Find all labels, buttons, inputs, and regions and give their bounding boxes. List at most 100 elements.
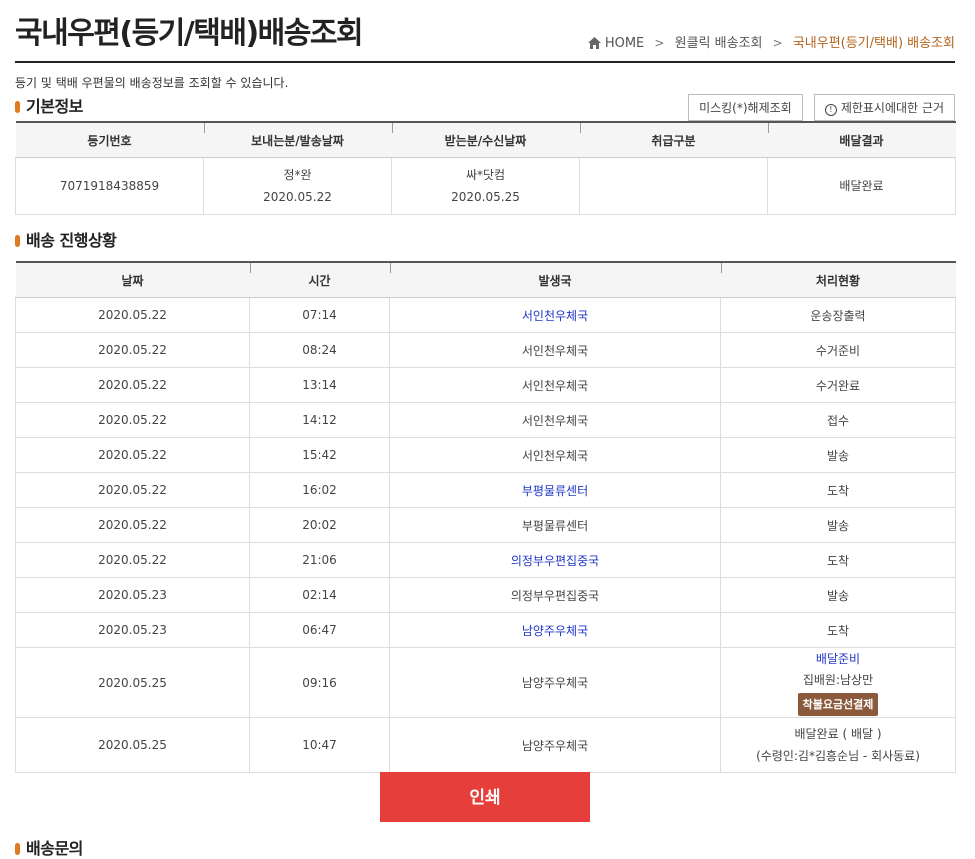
office-cell[interactable]: 의정부우편집중국	[389, 542, 721, 578]
print-button[interactable]: 인쇄	[380, 772, 590, 822]
unmask-button[interactable]: 미스킹(*)해제조회	[688, 94, 803, 121]
status-text: 수거완료	[815, 378, 861, 393]
date-cell-text: 2020.05.23	[98, 623, 167, 637]
office-cell-text: 의정부우편집중국	[510, 588, 600, 603]
table-row: 2020.05.22 16:02 부평물류센터 도착	[15, 472, 956, 508]
office-cell[interactable]: 서인천우체국	[389, 297, 721, 333]
table-row: 2020.05.22 21:06 의정부우편집중국 도착	[15, 542, 956, 578]
progress-title: 배송 진행상황	[15, 227, 117, 251]
status-cell: 발송	[720, 437, 956, 473]
date-cell: 2020.05.22	[15, 332, 250, 368]
time-cell: 16:02	[249, 472, 390, 508]
office-cell: 남양주우체국	[389, 647, 721, 718]
time-cell-text: 15:42	[302, 448, 337, 462]
status-cell: 배달준비 집배원:남상만 착불요금선결제	[720, 647, 956, 718]
table-row: 2020.05.25 10:47 남양주우체국 배달완료 ( 배달 ) (수령인:김*김…	[15, 717, 956, 773]
time-cell: 14:12	[249, 402, 390, 438]
status-text: 도착	[826, 553, 850, 568]
table-row: 2020.05.23 06:47 남양주우체국 도착	[15, 612, 956, 648]
time-cell-text: 08:24	[302, 343, 337, 357]
table-row: 2020.05.22 14:12 서인천우체국 접수	[15, 402, 956, 438]
table-row: 2020.05.22 13:14 서인천우체국 수거완료	[15, 367, 956, 403]
table-row: 2020.05.25 09:16 남양주우체국 배달준비 집배원:남상만 착불요금선결제	[15, 647, 956, 718]
time-cell-text: 21:06	[302, 553, 337, 567]
table-row: 2020.05.22 07:14 서인천우체국 운송장출력	[15, 297, 956, 333]
date-cell: 2020.05.25	[15, 647, 250, 718]
progress-table: 날짜 시간 발생국 처리현황 2020.05.22 07:14 서인천우체국 운송장출…	[15, 261, 956, 773]
status-text: 도착	[826, 483, 850, 498]
chevron-right-icon: >	[772, 36, 783, 50]
col-sender: 보내는분/발송날짜	[203, 121, 392, 158]
status-text: 도착	[826, 623, 850, 638]
office-cell: 서인천우체국	[389, 402, 721, 438]
status-text: 발송	[826, 588, 850, 603]
office-cell-text[interactable]: 남양주우체국	[522, 624, 588, 638]
status-cell: 수거완료	[720, 367, 956, 403]
status-text[interactable]: 배달준비	[722, 649, 954, 670]
inquiry-title: 배송문의	[15, 835, 83, 859]
col-time: 시간	[249, 261, 390, 298]
breadcrumb-oneclick[interactable]: 원클릭 배송조회	[675, 36, 763, 51]
office-cell: 남양주우체국	[389, 717, 721, 773]
table-row: 2020.05.23 02:14 의정부우편집중국 발송	[15, 577, 956, 613]
inquiry-title-text: 배송문의	[26, 839, 83, 858]
time-cell: 15:42	[249, 437, 390, 473]
page-description: 등기 및 택배 우편물의 배송정보를 조회할 수 있습니다.	[15, 76, 289, 90]
office-cell: 서인천우체국	[389, 437, 721, 473]
date-cell-text: 2020.05.22	[98, 343, 167, 357]
time-cell-text: 13:14	[302, 378, 337, 392]
home-icon[interactable]	[587, 37, 601, 53]
office-cell: 서인천우체국	[389, 367, 721, 403]
progress-title-text: 배송 진행상황	[26, 231, 117, 250]
office-cell[interactable]: 남양주우체국	[389, 612, 721, 648]
col-date: 날짜	[15, 261, 250, 298]
status-cell: 수거준비	[720, 332, 956, 368]
date-cell: 2020.05.22	[15, 297, 250, 333]
office-cell-text: 서인천우체국	[521, 448, 589, 463]
date-cell-text: 2020.05.22	[98, 378, 167, 392]
office-cell-text[interactable]: 부평물류센터	[522, 484, 588, 498]
date-cell: 2020.05.22	[15, 507, 250, 543]
page-title: 국내우편(등기/택배)배송조회	[15, 16, 364, 51]
office-cell[interactable]: 부평물류센터	[389, 472, 721, 508]
date-cell-text: 2020.05.22	[98, 413, 167, 427]
date-cell: 2020.05.22	[15, 437, 250, 473]
office-cell: 서인천우체국	[389, 332, 721, 368]
date-cell-text: 2020.05.22	[98, 448, 167, 462]
time-cell-text: 20:02	[302, 518, 337, 532]
office-cell: 의정부우편집중국	[389, 577, 721, 613]
status-text: 발송	[826, 518, 850, 533]
status-text: 운송장출력	[810, 308, 866, 323]
recv-date: 2020.05.25	[451, 190, 520, 204]
date-cell-text: 2020.05.22	[98, 483, 167, 497]
time-cell: 02:14	[249, 577, 390, 613]
breadcrumb-current[interactable]: 국내우편(등기/택배) 배송조회	[793, 36, 955, 51]
sender-cell: 정*완 2020.05.22	[203, 157, 392, 215]
receiver-name: 싸*닷컴	[465, 168, 506, 182]
office-cell-text: 서인천우체국	[521, 378, 589, 393]
status-cell: 발송	[720, 507, 956, 543]
table-row: 2020.05.22 15:42 서인천우체국 발송	[15, 437, 956, 473]
col-result: 배달결과	[767, 121, 956, 158]
time-cell: 21:06	[249, 542, 390, 578]
date-cell: 2020.05.23	[15, 577, 250, 613]
time-cell-text: 02:14	[302, 588, 337, 602]
office-cell-text[interactable]: 서인천우체국	[522, 309, 588, 323]
date-cell-text: 2020.05.23	[98, 588, 167, 602]
breadcrumb: HOME > 원클릭 배송조회 > 국내우편(등기/택배) 배송조회	[587, 32, 955, 53]
breadcrumb-home[interactable]: HOME	[605, 36, 644, 51]
date-cell-text: 2020.05.25	[98, 675, 167, 690]
time-cell-text: 06:47	[302, 623, 337, 637]
result-cell: 배달완료	[767, 157, 956, 215]
table-row: 2020.05.22 20:02 부평물류센터 발송	[15, 507, 956, 543]
status-text: 수거준비	[815, 343, 861, 358]
office-cell-text: 부평물류센터	[521, 518, 589, 533]
date-cell: 2020.05.22	[15, 542, 250, 578]
date-cell: 2020.05.22	[15, 367, 250, 403]
bullet-icon	[15, 235, 20, 247]
time-cell-text: 14:12	[302, 413, 337, 427]
basic-info-title: 기본정보	[15, 93, 83, 117]
limit-reason-button[interactable]: ! 제한표시에대한 근거	[813, 94, 955, 121]
office-cell-text[interactable]: 의정부우편집중국	[511, 554, 599, 568]
table-row: 2020.05.22 08:24 서인천우체국 수거준비	[15, 332, 956, 368]
